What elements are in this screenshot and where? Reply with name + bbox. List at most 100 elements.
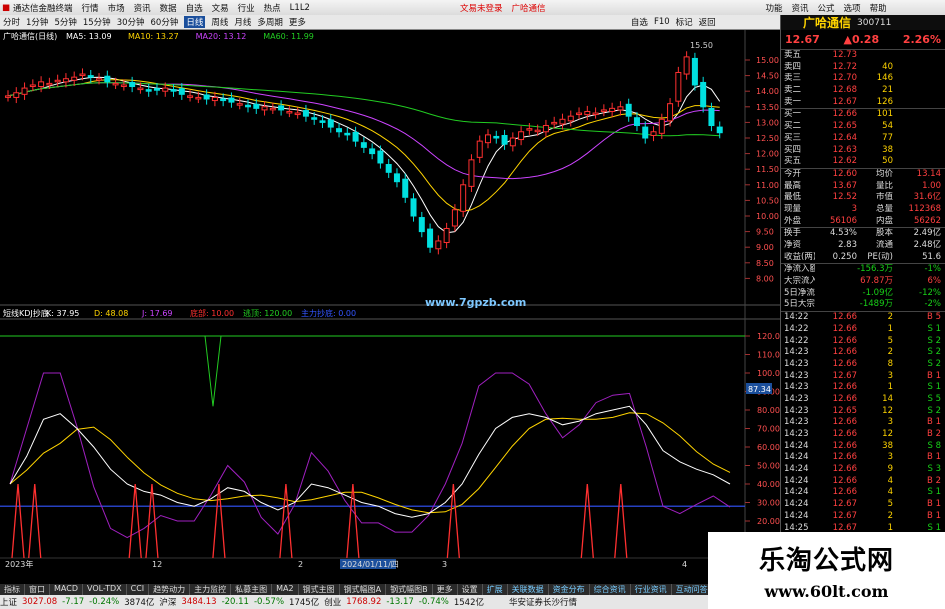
cell: 12.66 <box>832 323 857 334</box>
menu-right-item[interactable]: 选项 <box>844 2 861 14</box>
index-field: 3484.13 <box>181 597 217 607</box>
tick-row: 14:23 12.66 12 B 2 <box>781 429 945 441</box>
period-tab[interactable]: 多周期 <box>257 16 283 28</box>
candle-body <box>667 103 674 122</box>
extension-tab[interactable]: 行业资讯 <box>631 584 672 595</box>
candle-body <box>302 110 309 117</box>
login-notice[interactable]: 文易未登录 <box>460 2 503 14</box>
indicator-tab[interactable]: 设置 <box>458 584 483 595</box>
menu-item[interactable]: 资讯 <box>134 2 151 14</box>
indicator-tab[interactable]: MA2 <box>272 584 299 595</box>
period-tab[interactable]: 15分钟 <box>83 16 111 28</box>
extension-tab[interactable]: 资金分布 <box>549 584 590 595</box>
candle-body <box>96 78 103 81</box>
candle-body <box>683 56 690 75</box>
cell <box>857 50 897 62</box>
app-window: { "app":{"title":"通达信金融终端","center_notic… <box>0 0 945 609</box>
candle-body <box>567 115 574 122</box>
candle-body <box>38 81 45 88</box>
tick-row: 14:24 12.66 9 S 3 <box>781 464 945 476</box>
cell: 净资 <box>784 240 802 250</box>
toolbar-button[interactable]: 自选 <box>631 16 648 28</box>
indicator-tab[interactable]: 私募主图 <box>231 584 273 595</box>
tick-row: 14:23 12.66 2 S 2 <box>781 347 945 359</box>
date-label: 3 <box>442 560 447 569</box>
period-tab[interactable]: 1分钟 <box>26 16 48 28</box>
indicator-tab[interactable]: 钢式主图 <box>299 584 340 595</box>
tick-row: 14:24 12.66 4 B 2 <box>781 476 945 488</box>
period-tab[interactable]: 30分钟 <box>117 16 145 28</box>
period-tab[interactable]: 60分钟 <box>151 16 179 28</box>
cell: S 2 <box>927 335 941 346</box>
cell: 14:22 <box>784 335 809 346</box>
cell: 最高 <box>784 180 802 191</box>
stat-row: 收益(两) 0.250 PE(动) 51.6 <box>781 252 945 264</box>
menu-item[interactable]: 数据 <box>160 2 177 14</box>
menu-item[interactable]: 文易 <box>212 2 229 14</box>
period-tab[interactable]: 分时 <box>3 16 20 28</box>
price-tick-label: 9.50 <box>756 228 774 237</box>
menu-item[interactable]: L1L2 <box>290 3 310 13</box>
extension-tab[interactable]: 互动问答 <box>672 584 713 595</box>
indicator-tick-label: 110.0 <box>757 351 780 360</box>
period-tab-active[interactable]: 日线 <box>184 16 206 28</box>
indicator-tab[interactable]: 趋势动力 <box>149 584 191 595</box>
period-tab[interactable]: 更多 <box>289 16 306 28</box>
candle-body <box>21 87 28 95</box>
indicator-tab[interactable]: MACD <box>50 584 83 595</box>
candle-body <box>79 73 86 77</box>
candle-body <box>327 119 334 128</box>
stat-row: 外盘 56106 内盘 56262 <box>781 216 945 228</box>
watermark-name: 乐淘公式网 <box>758 546 894 576</box>
menu-right-item[interactable]: 资讯 <box>792 2 809 14</box>
date-label: 4 <box>682 560 687 569</box>
chart-area[interactable]: 广哈通信(日线) MA5: 13.09 MA10: 13.27 MA20: 13.1… <box>0 30 780 584</box>
indicator-tab[interactable]: 窗口 <box>25 584 50 595</box>
indicator-tab[interactable]: VOL-TDX <box>83 584 127 595</box>
toolbar-button[interactable]: F10 <box>654 17 670 27</box>
candle-body <box>427 228 434 248</box>
indicator-tab[interactable]: 钢式幅图A <box>340 584 387 595</box>
indicator-tick-label: 50.00 <box>757 462 780 471</box>
menu-right-item[interactable]: 功能 <box>766 2 783 14</box>
extension-tab[interactable]: 关联数据 <box>508 584 549 595</box>
cell: 12.60 <box>832 168 857 179</box>
period-tab[interactable]: 月线 <box>234 16 251 28</box>
menu-item[interactable]: 行业 <box>238 2 255 14</box>
index-field: 1542亿 <box>453 598 484 608</box>
flow-row: 大宗流入 67.87万 6% <box>781 276 945 288</box>
menu-item[interactable]: 热点 <box>264 2 281 14</box>
cell: 12.66 <box>832 109 857 120</box>
cell: 8 <box>887 358 893 369</box>
menu-item[interactable]: 市场 <box>108 2 125 14</box>
candlesticks <box>5 51 723 255</box>
candle-body <box>402 178 409 198</box>
extension-tab[interactable]: 综合资讯 <box>590 584 631 595</box>
period-tab[interactable]: 周线 <box>211 16 228 28</box>
candle-body <box>153 88 160 91</box>
indicator-tab[interactable]: 钢式幅图B <box>386 584 433 595</box>
indicator-tab[interactable]: 主力监控 <box>190 584 232 595</box>
toolbar-button[interactable]: 返回 <box>699 16 716 28</box>
cell: 股本 <box>875 228 893 239</box>
extension-tab[interactable]: 扩展 <box>483 584 508 595</box>
tick-list[interactable]: 14:22 12.66 2 B 5 14:22 12.66 1 S 1 14:22 12.66 5 S… <box>781 312 945 557</box>
indicator-legend-item: 底部: 10.00 <box>190 308 234 318</box>
indicator-tab[interactable]: CCI <box>127 584 150 595</box>
app-logo-icon: ■ <box>2 2 11 13</box>
indicator-tab[interactable]: 指标 <box>0 584 25 595</box>
candle-body <box>609 107 616 112</box>
menu-item[interactable]: 行情 <box>82 2 99 14</box>
period-tab[interactable]: 5分钟 <box>54 16 76 28</box>
cell: 14:24 <box>784 499 809 510</box>
menu-right-item[interactable]: 帮助 <box>870 2 887 14</box>
cell <box>897 133 944 145</box>
candle-body <box>658 118 665 134</box>
cell: 12 <box>882 405 893 416</box>
menu-item[interactable]: 自选 <box>186 2 203 14</box>
cell: 12 <box>882 429 893 439</box>
indicator-tab[interactable]: 更多 <box>433 584 458 595</box>
menu-right-item[interactable]: 公式 <box>818 2 835 14</box>
cell: 38 <box>882 440 893 451</box>
toolbar-button[interactable]: 标记 <box>676 16 693 28</box>
